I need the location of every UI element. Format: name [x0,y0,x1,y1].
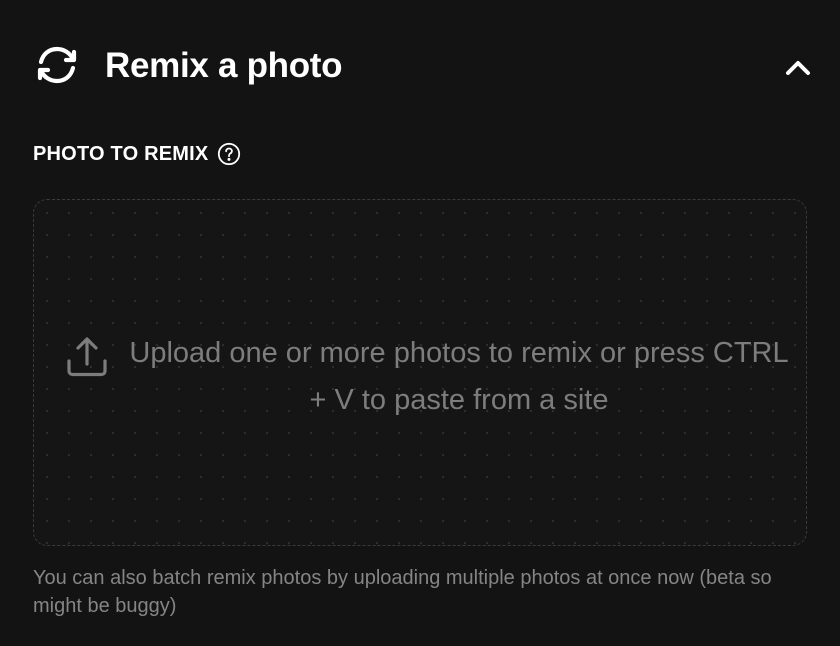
batch-remix-note: You can also batch remix photos by uploa… [33,567,772,617]
chevron-up-icon[interactable] [778,50,818,86]
section-label-text: PHOTO TO REMIX [33,142,209,165]
remix-refresh-icon [37,46,77,84]
photo-to-remix-label: PHOTO TO REMIX [33,141,241,167]
panel-title: Remix a photo [105,46,343,85]
question-circle-icon[interactable] [217,142,241,166]
dropzone-instructions: Upload one or more photos to remix or pr… [129,337,789,416]
upload-icon [67,337,107,377]
photo-upload-dropzone[interactable]: Upload one or more photos to remix or pr… [33,199,807,546]
panel-header[interactable]: Remix a photo [0,0,840,130]
